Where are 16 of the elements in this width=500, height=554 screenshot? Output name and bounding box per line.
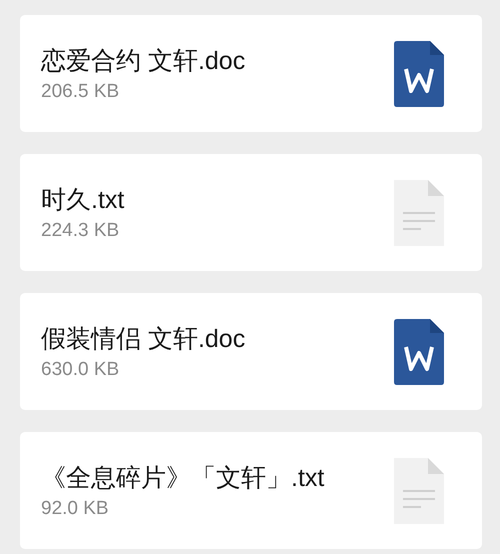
text-document-icon bbox=[394, 180, 444, 246]
file-size: 630.0 KB bbox=[41, 358, 120, 382]
file-name: 恋爱合约 文轩.doc bbox=[41, 46, 246, 76]
file-message-bubble[interactable]: 《全息碎片》「文轩」.txt 92.0 KB bbox=[20, 432, 482, 549]
file-name: 时久.txt bbox=[41, 184, 124, 216]
file-size: 224.3 KB bbox=[41, 218, 120, 242]
file-message-bubble[interactable]: 假装情侣 文轩.doc 630.0 KB bbox=[20, 293, 482, 410]
file-size: 92.0 KB bbox=[41, 496, 110, 520]
word-document-icon bbox=[394, 40, 444, 106]
file-name: 假装情侣 文轩.doc bbox=[41, 324, 246, 354]
file-message-bubble[interactable]: 恋爱合约 文轩.doc 206.5 KB bbox=[20, 15, 482, 132]
text-document-icon bbox=[394, 458, 444, 524]
file-message-bubble[interactable]: 时久.txt 224.3 KB bbox=[20, 154, 482, 271]
file-name: 《全息碎片》「文轩」.txt bbox=[41, 462, 324, 494]
file-size: 206.5 KB bbox=[41, 80, 120, 104]
word-document-icon bbox=[394, 318, 444, 384]
